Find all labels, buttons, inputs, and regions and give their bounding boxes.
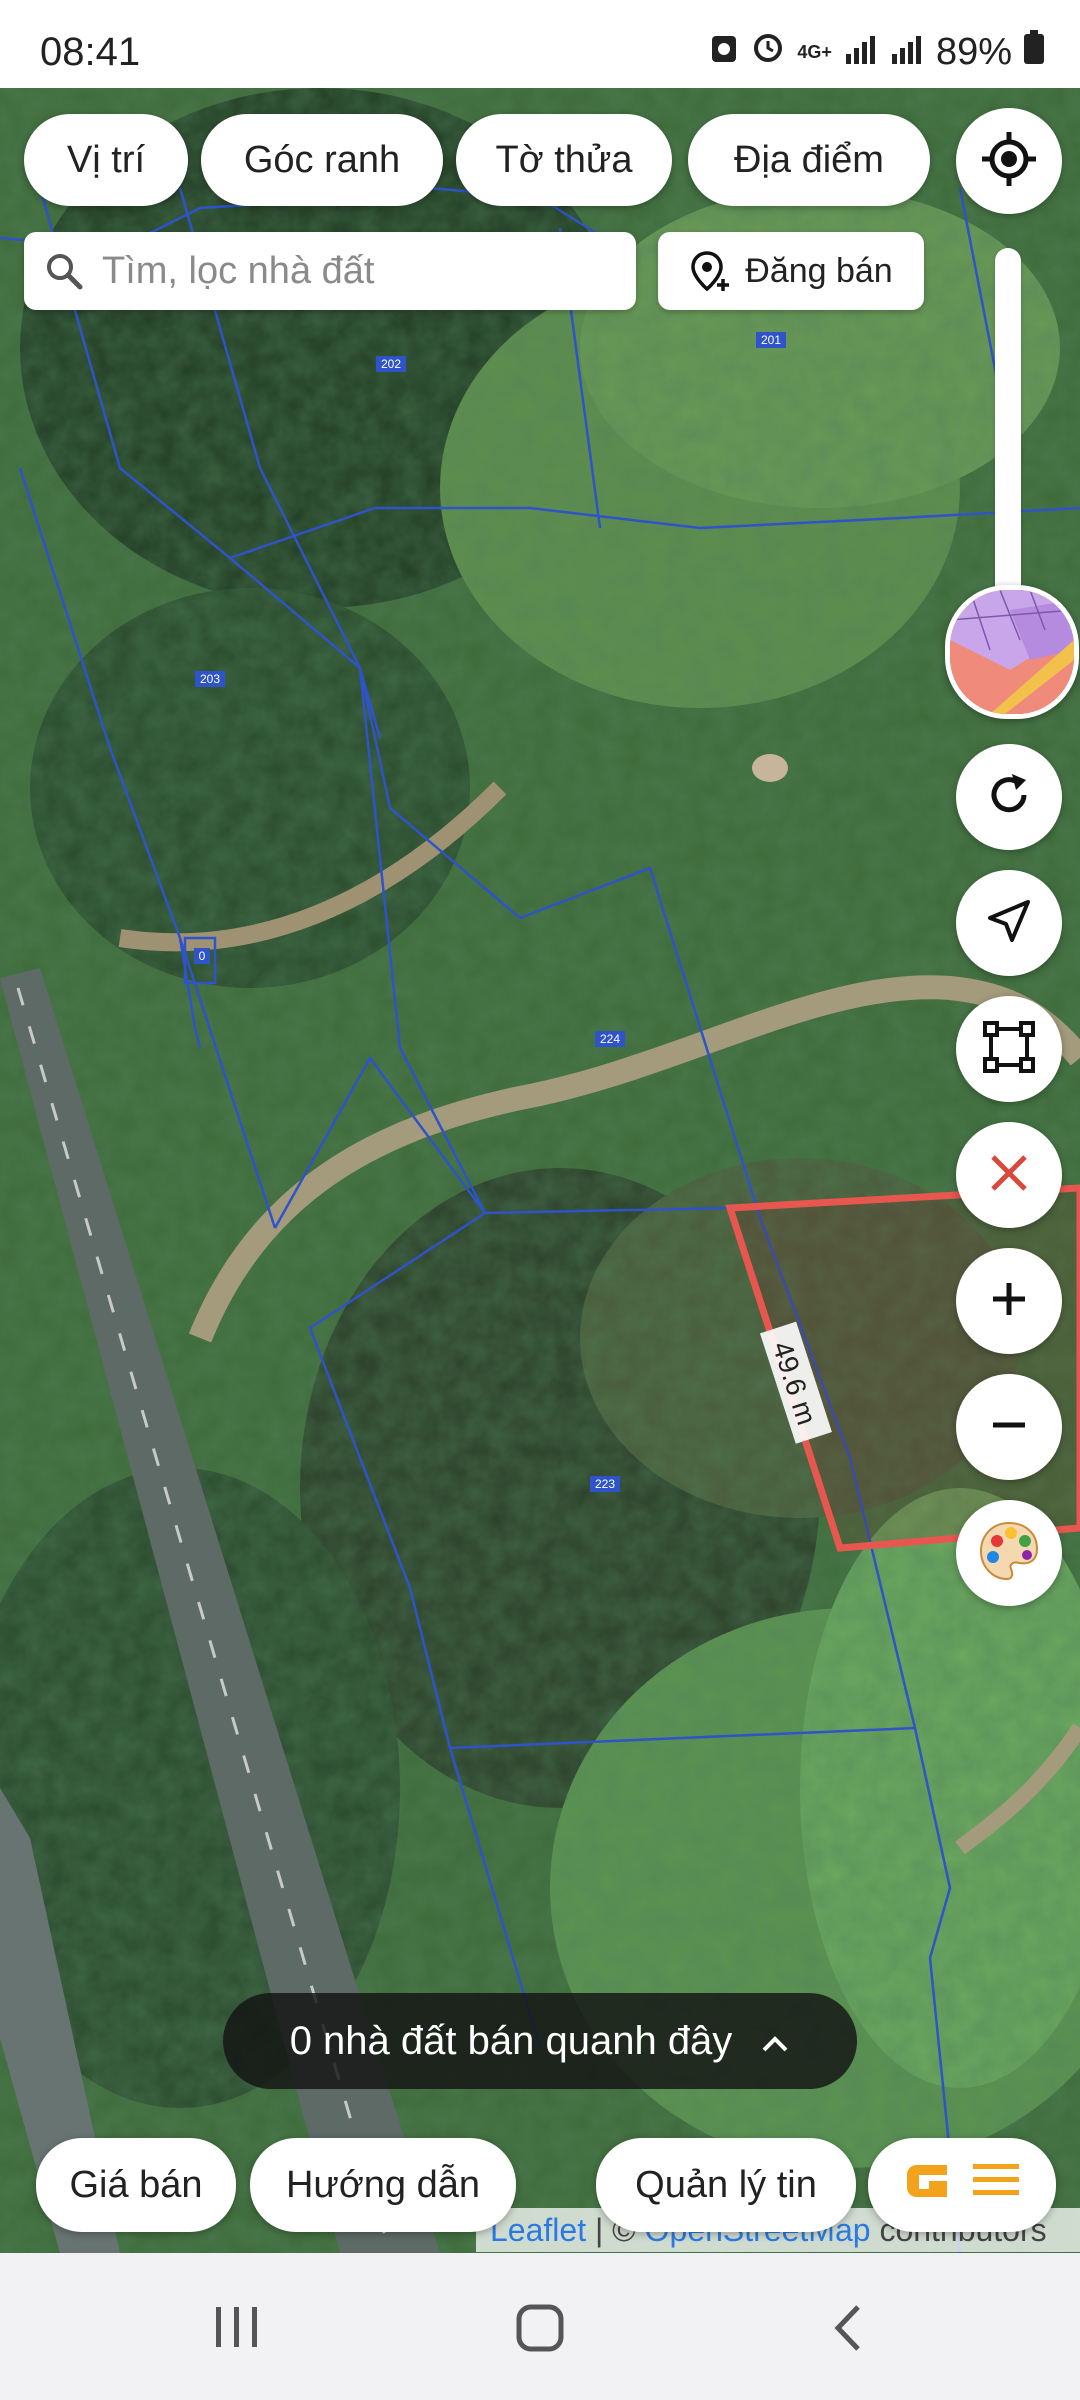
post-listing-button[interactable]: Đăng bán [658,232,924,310]
search-input[interactable]: Tìm, lọc nhà đất [24,232,636,310]
manage-listings-chip[interactable]: Quản lý tin [596,2138,856,2232]
refresh-icon [984,770,1034,825]
parcel-chip-label: Tờ thửa [495,138,633,181]
screenshot-icon [709,30,739,74]
status-bar: 08:41 4G+ 89% [0,0,1080,88]
network-type-label: 4G+ [797,41,832,62]
chevron-up-icon [760,2019,790,2064]
signal-icon-2 [890,31,924,74]
guide-chip-label: Hướng dẫn [285,2163,481,2206]
price-chip-label: Giá bán [69,2163,203,2206]
parcel-number[interactable]: 202 [381,357,401,371]
parcel-number[interactable]: 223 [595,1477,615,1491]
nearby-listings-toggle[interactable]: 0 nhà đất bán quanh đây [223,1993,857,2089]
place-chip[interactable]: Địa điểm [688,114,930,206]
add-location-icon [689,249,733,293]
recent-apps-icon[interactable] [212,2305,262,2354]
price-chip[interactable]: Giá bán [36,2138,236,2232]
manage-listings-label: Quản lý tin [635,2163,817,2206]
crosshair-icon [980,130,1038,193]
search-icon [44,251,84,291]
signal-icon [844,31,878,74]
my-location-button[interactable] [956,108,1062,214]
planning-map-icon [950,590,1074,714]
map-canvas[interactable]: 202 201 203 0 224 223 49.6 m [0,88,1080,2253]
map-style-button[interactable] [956,1500,1062,1606]
hamburger-menu-icon [971,2160,1021,2210]
boundary-chip-label: Góc ranh [243,138,401,181]
minus-icon [987,1403,1031,1452]
parcel-number[interactable]: 203 [200,672,220,686]
clear-selection-button[interactable] [956,1122,1062,1228]
zoom-in-button[interactable] [956,1248,1062,1354]
navigation-arrow-icon [984,896,1034,951]
parcel-number[interactable]: 224 [600,1032,620,1046]
back-icon[interactable] [828,2303,868,2358]
system-nav-bar [0,2253,1080,2400]
layer-thumbnail[interactable] [945,585,1079,719]
location-chip[interactable]: Vị trí [24,114,188,206]
app-menu-button[interactable] [868,2138,1056,2232]
leaflet-link[interactable]: Leaflet [490,2212,586,2248]
close-icon [987,1151,1031,1200]
guide-chip[interactable]: Hướng dẫn [250,2138,516,2232]
satellite-map[interactable]: 202 201 203 0 224 223 49.6 m [0,88,1080,2253]
parcel-number[interactable]: 0 [199,949,206,963]
navigate-button[interactable] [956,870,1062,976]
home-icon[interactable] [515,2303,565,2358]
parcel-chip[interactable]: Tờ thửa [456,114,672,206]
refresh-button[interactable] [956,744,1062,850]
status-icons: 4G+ 89% [709,30,1044,74]
parcel-number[interactable]: 201 [761,333,781,347]
battery-icon [1024,30,1044,74]
post-listing-label: Đăng bán [745,251,893,290]
plus-icon [987,1277,1031,1326]
opacity-slider[interactable] [995,248,1021,610]
zoom-out-button[interactable] [956,1374,1062,1480]
draw-area-button[interactable] [956,996,1062,1102]
boundary-chip[interactable]: Góc ranh [201,114,443,206]
palette-icon [975,1517,1043,1590]
place-chip-label: Địa điểm [734,138,884,181]
nearby-listings-label: 0 nhà đất bán quanh đây [289,2018,733,2063]
brand-logo-icon [903,2157,953,2213]
alarm-icon [751,30,785,74]
location-chip-label: Vị trí [66,138,146,181]
select-area-icon [981,1019,1037,1080]
battery-percent: 89% [935,30,1012,73]
status-time: 08:41 [40,30,141,74]
search-placeholder: Tìm, lọc nhà đất [102,249,375,292]
